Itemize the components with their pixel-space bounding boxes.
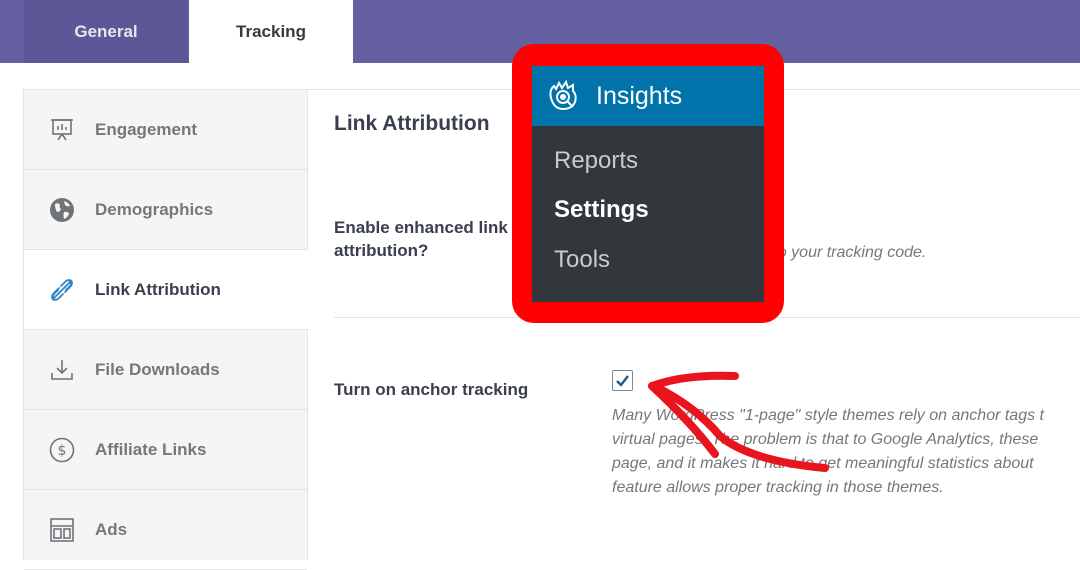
sidebar-item-engagement[interactable]: Engagement — [24, 90, 307, 170]
presentation-chart-icon — [48, 116, 76, 144]
enhanced-link-attribution-label: Enable enhanced link attribution? — [334, 216, 508, 262]
section-title: Link Attribution — [334, 112, 490, 135]
anchor-tracking-checkbox[interactable] — [612, 370, 633, 391]
sidebar-item-label: Engagement — [95, 119, 198, 139]
setting-label-line: Enable enhanced link — [334, 218, 508, 237]
sidebar-item-ads[interactable]: Ads — [24, 490, 307, 570]
sidebar-item-label: File Downloads — [95, 359, 220, 379]
link-icon — [48, 276, 76, 304]
sidebar-item-affiliate-links[interactable]: $ Affiliate Links — [24, 410, 307, 490]
download-icon — [48, 356, 76, 384]
description-line: virtual pages. The problem is that to Go… — [612, 431, 1039, 448]
anchor-tracking-description: Many WordPress "1-page" style themes rel… — [612, 404, 1080, 500]
svg-text:$: $ — [58, 443, 67, 459]
insights-admin-menu: Insights Reports Settings Tools — [532, 66, 764, 302]
sidebar-item-label: Ads — [95, 519, 128, 539]
ad-layout-icon — [48, 516, 76, 544]
menu-item-reports[interactable]: Reports — [554, 147, 638, 175]
dollar-circle-icon: $ — [48, 436, 76, 464]
insights-logo-icon — [549, 80, 577, 111]
menu-item-tools[interactable]: Tools — [554, 246, 610, 274]
description-line: page, and it makes it hard to get meanin… — [612, 455, 1034, 472]
menu-item-settings[interactable]: Settings — [554, 196, 649, 224]
description-line: feature allows proper tracking in those … — [612, 479, 944, 496]
sidebar-item-label: Link Attribution — [95, 279, 221, 299]
sidebar-item-demographics[interactable]: Demographics — [24, 170, 307, 250]
sidebar-item-label: Affiliate Links — [95, 439, 207, 459]
tracking-sidebar: Engagement Demographics Link Attribution… — [24, 90, 308, 570]
sidebar-item-label: Demographics — [95, 199, 214, 219]
insights-menu-highlight: Insights Reports Settings Tools — [512, 44, 784, 323]
setting-label-line: attribution? — [334, 241, 429, 260]
insights-menu-title: Insights — [596, 81, 683, 110]
tab-general[interactable]: General — [24, 0, 188, 63]
insights-menu-header[interactable]: Insights — [532, 66, 764, 126]
sidebar-item-link-attribution[interactable]: Link Attribution — [24, 250, 308, 330]
globe-icon — [48, 196, 76, 224]
tab-tracking[interactable]: Tracking — [189, 0, 353, 63]
description-text: to your tracking code. — [773, 244, 927, 261]
checkmark-icon — [616, 375, 629, 387]
anchor-tracking-label: Turn on anchor tracking — [334, 380, 529, 399]
description-line: Many WordPress "1-page" style themes rel… — [612, 407, 1044, 424]
sidebar-item-file-downloads[interactable]: File Downloads — [24, 330, 307, 410]
